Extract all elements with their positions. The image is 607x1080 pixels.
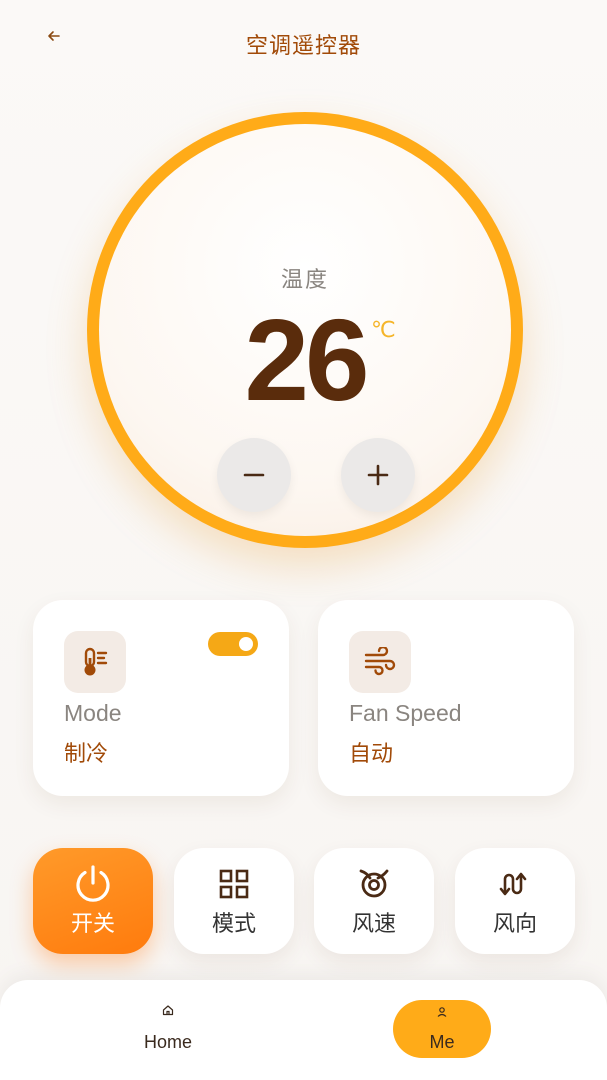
temperature-dial: 温度 26 ℃ [87,112,523,548]
power-label: 开关 [70,912,115,937]
fan-speed-value: 自动 [349,742,394,767]
mode-label: 模式 [211,912,256,937]
fan-icon [359,869,389,898]
decrease-temperature-button[interactable] [217,438,291,512]
grid-icon [219,869,249,899]
fan-speed-icon-box [349,631,411,693]
wind-icon [364,647,396,676]
nav-home[interactable]: Home [119,998,217,1058]
mode-value: 制冷 [64,742,109,767]
home-icon [162,1005,174,1016]
ac-remote-screen: 空调遥控器 温度 26 ℃ Mode 制冷 Fan Speed 自动 开关 模式… [0,0,607,1080]
fan-speed-card[interactable]: Fan Speed 自动 [318,600,574,796]
mode-title: Mode [64,700,122,726]
toggle-knob [239,637,253,651]
fan-speed-title: Fan Speed [349,700,462,726]
plus-icon [367,464,389,486]
wind-direction-label: 风向 [492,912,537,937]
nav-me[interactable]: Me [393,1000,491,1058]
power-button[interactable]: 开关 [33,848,153,954]
nav-home-label: Home [143,1032,192,1052]
nav-me-label: Me [429,1032,455,1052]
bottom-navigation: Home Me [0,980,607,1080]
user-icon [437,1007,447,1017]
fan-speed-button[interactable]: 风速 [314,848,434,954]
temperature-label: 温度 [280,268,329,293]
swing-direction-icon [499,872,527,896]
temperature-unit: ℃ [371,318,396,343]
page-title: 空调遥控器 [245,34,361,59]
fan-speed-label: 风速 [351,912,396,937]
increase-temperature-button[interactable] [341,438,415,512]
thermometer-icon [84,647,108,676]
mode-icon-box [64,631,126,693]
mode-button[interactable]: 模式 [174,848,294,954]
dial-face: 温度 26 ℃ [99,124,511,536]
minus-icon [243,473,265,477]
header: 空调遥控器 [0,0,607,88]
wind-direction-button[interactable]: 风向 [455,848,575,954]
power-icon [76,865,110,902]
mode-toggle[interactable] [208,632,258,656]
temperature-value: 26 [244,295,369,425]
mode-card[interactable]: Mode 制冷 [33,600,289,796]
